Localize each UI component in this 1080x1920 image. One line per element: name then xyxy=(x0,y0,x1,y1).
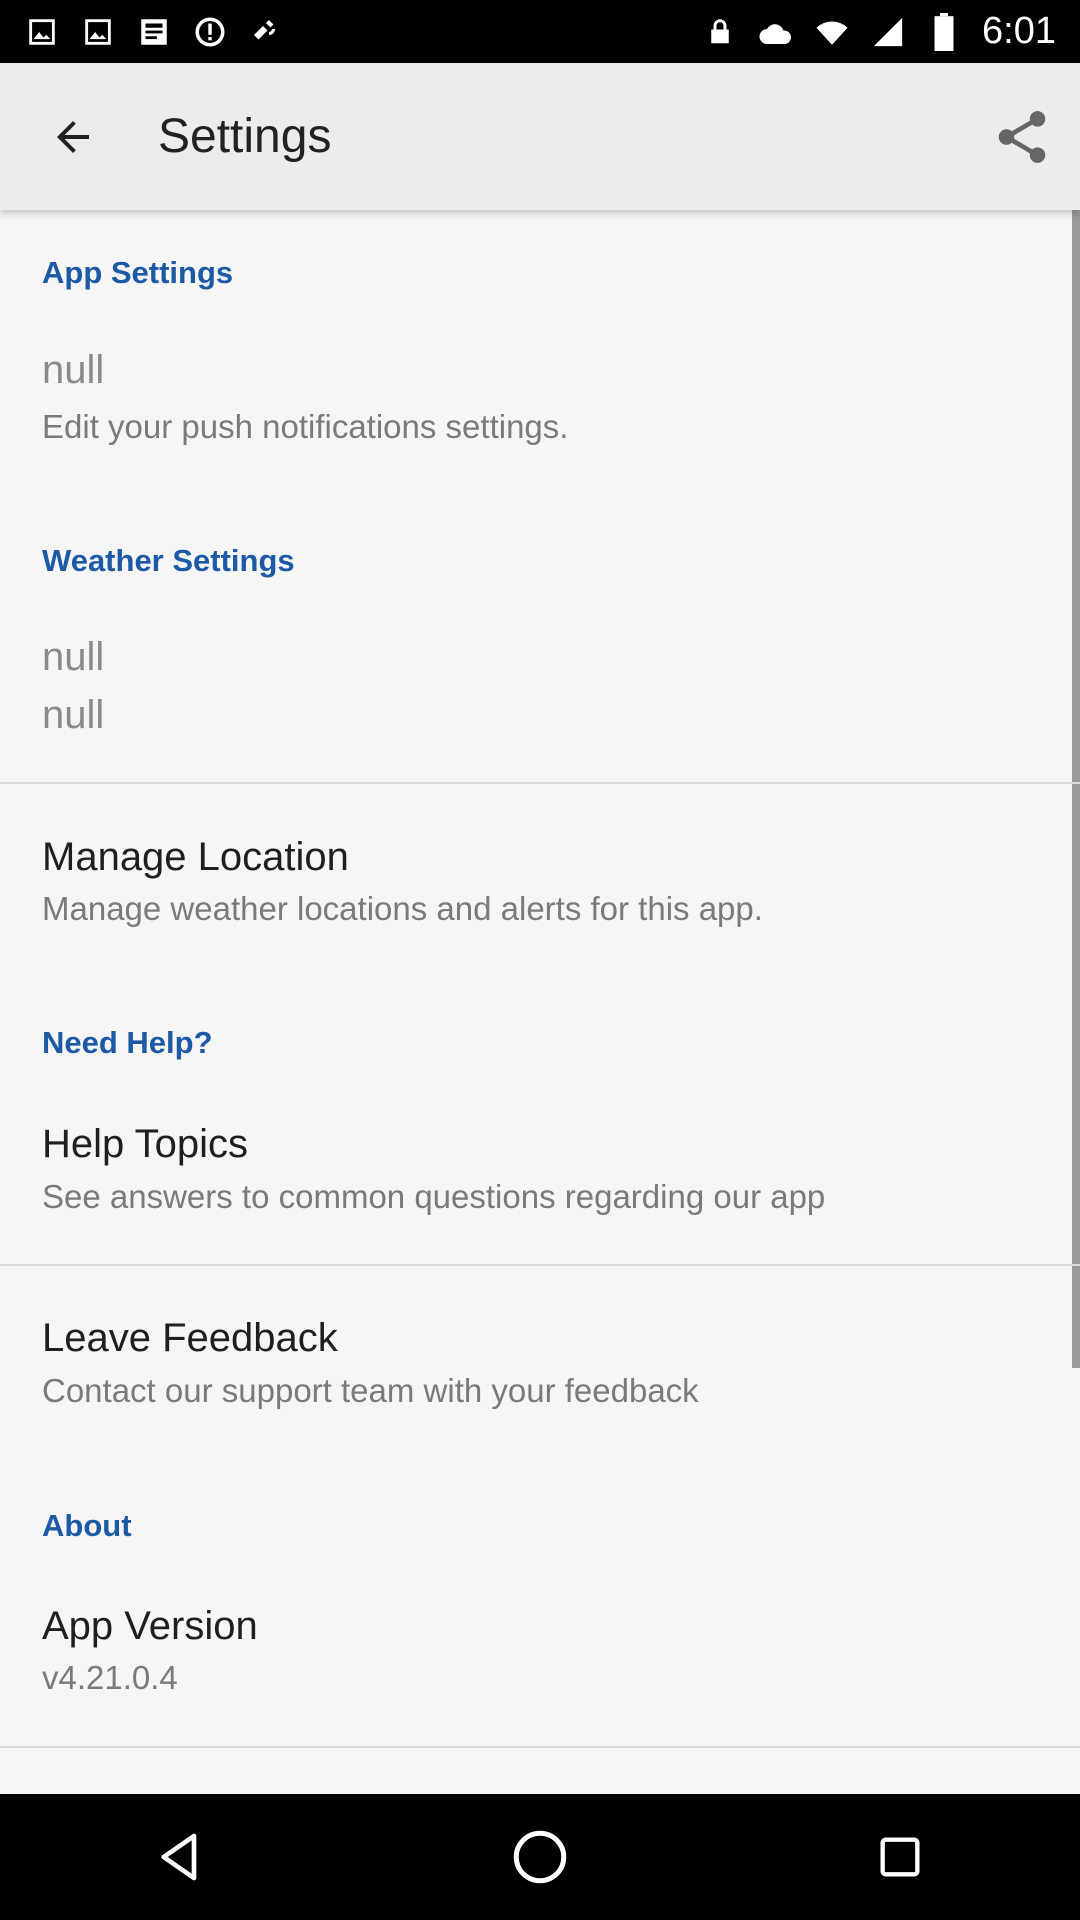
weather-setting-1: null xyxy=(42,635,105,679)
share-icon xyxy=(998,111,1046,163)
recents-square-icon xyxy=(880,1837,920,1877)
back-triangle-icon xyxy=(161,1833,197,1881)
alert-circle-icon xyxy=(192,14,228,50)
lock-icon xyxy=(702,14,738,50)
section-header-weather-settings: Weather Settings xyxy=(42,543,295,578)
divider xyxy=(0,1264,1080,1266)
nav-home-button[interactable] xyxy=(480,1797,600,1917)
help-topics-title: Help Topics xyxy=(42,1122,249,1166)
photo-icon xyxy=(24,14,60,50)
manage-location-title: Manage Location xyxy=(42,835,349,879)
battery-icon xyxy=(926,12,962,51)
status-left xyxy=(24,14,284,50)
back-button[interactable] xyxy=(0,63,146,210)
push-notifications-summary: Edit your push notifications settings. xyxy=(42,408,569,445)
nav-recents-button[interactable] xyxy=(840,1797,960,1917)
section-header-app-settings: App Settings xyxy=(42,255,234,290)
settings-list[interactable]: App Settings null Edit your push notific… xyxy=(0,210,1080,1794)
status-right: 6:01 xyxy=(702,10,1056,53)
screen: 6:01 Settings App Settings null Edit you… xyxy=(0,0,1080,1920)
wifi-icon xyxy=(814,14,850,50)
manage-location-summary: Manage weather locations and alerts for … xyxy=(42,890,763,927)
signal-icon xyxy=(870,14,906,50)
home-circle-icon xyxy=(513,1830,567,1884)
leave-feedback-summary: Contact our support team with your feedb… xyxy=(42,1372,699,1409)
image-icon xyxy=(136,14,172,50)
page-title: Settings xyxy=(158,110,332,163)
divider xyxy=(0,1746,1080,1748)
photo-icon xyxy=(80,14,116,50)
section-header-about: About xyxy=(42,1508,132,1543)
section-header-need-help: Need Help? xyxy=(42,1025,213,1060)
help-topics-summary: See answers to common questions regardin… xyxy=(42,1178,826,1215)
status-bar: 6:01 xyxy=(0,0,1080,63)
app-version-title: App Version xyxy=(42,1604,258,1648)
weather-setting-2: null xyxy=(42,693,105,737)
divider xyxy=(0,782,1080,784)
navigation-bar xyxy=(0,1794,1080,1920)
cloud-icon xyxy=(758,14,794,50)
push-notifications-title: null xyxy=(42,348,105,392)
arrow-back-icon xyxy=(57,120,89,153)
leave-feedback-title: Leave Feedback xyxy=(42,1316,338,1360)
share-button[interactable] xyxy=(986,101,1058,173)
nav-back-button[interactable] xyxy=(120,1797,240,1917)
status-time: 6:01 xyxy=(982,10,1056,52)
app-version-value: v4.21.0.4 xyxy=(42,1659,178,1696)
satellite-icon xyxy=(248,14,284,50)
app-bar: Settings xyxy=(0,63,1080,210)
scrollbar[interactable] xyxy=(1072,210,1080,1368)
